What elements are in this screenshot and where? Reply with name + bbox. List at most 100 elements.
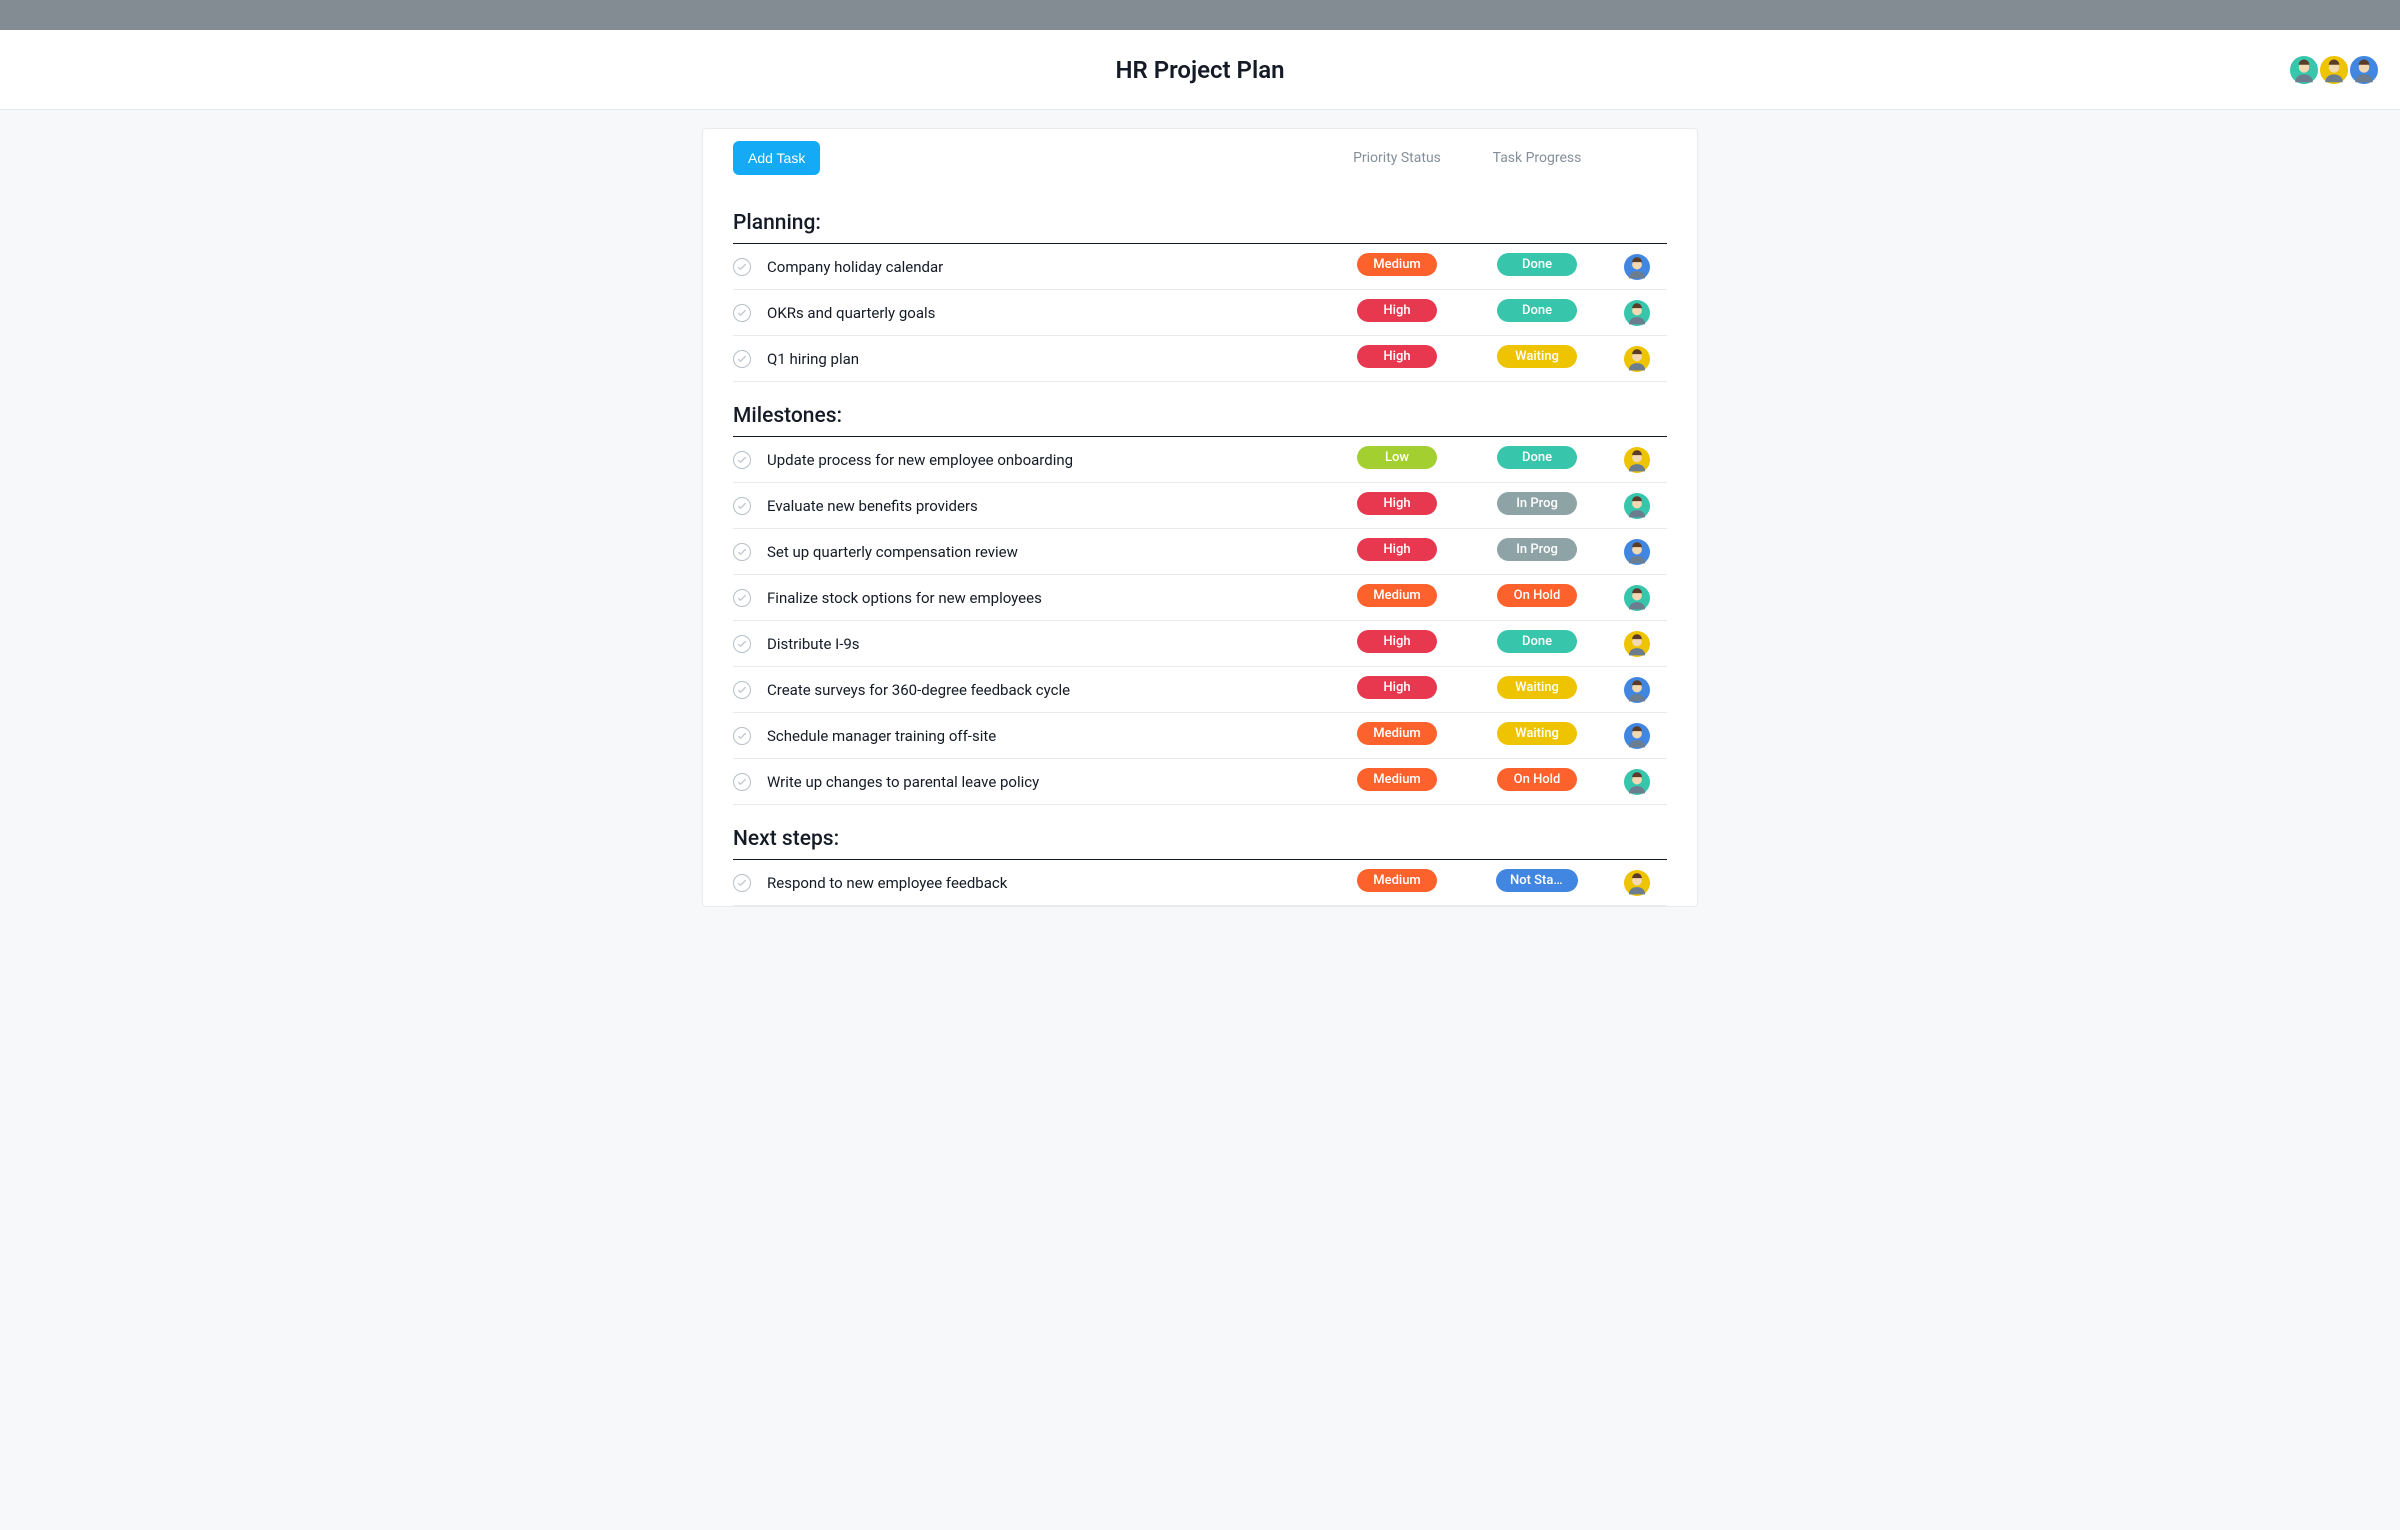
task-row[interactable]: Respond to new employee feedback Medium No… [733,860,1667,906]
assignee-cell[interactable] [1607,631,1667,657]
task-name[interactable]: Evaluate new benefits providers [767,497,1327,515]
complete-check-icon[interactable] [733,451,751,469]
priority-cell[interactable]: High [1327,299,1467,326]
task-name[interactable]: Write up changes to parental leave polic… [767,773,1327,791]
progress-pill[interactable]: Done [1497,630,1577,653]
priority-pill[interactable]: High [1357,299,1437,322]
assignee-cell[interactable] [1607,346,1667,372]
progress-pill[interactable]: In Prog [1497,492,1577,515]
task-row[interactable]: Company holiday calendar Medium Done [733,244,1667,290]
priority-cell[interactable]: High [1327,345,1467,372]
member-avatar[interactable] [2288,54,2320,86]
assignee-cell[interactable] [1607,723,1667,749]
complete-check-icon[interactable] [733,497,751,515]
task-name[interactable]: Company holiday calendar [767,258,1327,276]
progress-cell[interactable]: On Hold [1467,584,1607,611]
assignee-avatar[interactable] [1624,447,1650,473]
progress-pill[interactable]: Done [1497,299,1577,322]
task-name[interactable]: Respond to new employee feedback [767,874,1327,892]
priority-cell[interactable]: Medium [1327,768,1467,795]
assignee-avatar[interactable] [1624,769,1650,795]
task-row[interactable]: Write up changes to parental leave polic… [733,759,1667,805]
priority-pill[interactable]: Medium [1357,722,1437,745]
progress-pill[interactable]: On Hold [1497,768,1577,791]
assignee-avatar[interactable] [1624,585,1650,611]
col-header-progress[interactable]: Task Progress [1467,150,1607,166]
progress-cell[interactable]: Done [1467,630,1607,657]
priority-cell[interactable]: Low [1327,446,1467,473]
task-name[interactable]: Distribute I-9s [767,635,1327,653]
task-name[interactable]: Schedule manager training off-site [767,727,1327,745]
priority-cell[interactable]: Medium [1327,722,1467,749]
task-row[interactable]: Schedule manager training off-site Medium… [733,713,1667,759]
assignee-cell[interactable] [1607,585,1667,611]
progress-cell[interactable]: In Prog [1467,538,1607,565]
project-members[interactable] [2294,54,2380,86]
assignee-avatar[interactable] [1624,677,1650,703]
task-name[interactable]: Finalize stock options for new employees [767,589,1327,607]
assignee-avatar[interactable] [1624,300,1650,326]
member-avatar[interactable] [2318,54,2350,86]
col-header-priority[interactable]: Priority Status [1327,150,1467,166]
task-name[interactable]: OKRs and quarterly goals [767,304,1327,322]
assignee-avatar[interactable] [1624,539,1650,565]
task-row[interactable]: Finalize stock options for new employees… [733,575,1667,621]
assignee-avatar[interactable] [1624,346,1650,372]
priority-cell[interactable]: Medium [1327,584,1467,611]
task-row[interactable]: Q1 hiring plan High Waiting [733,336,1667,382]
task-row[interactable]: Evaluate new benefits providers High In Pr… [733,483,1667,529]
section-title[interactable]: Milestones: [733,382,1667,437]
task-name[interactable]: Q1 hiring plan [767,350,1327,368]
complete-check-icon[interactable] [733,543,751,561]
progress-pill[interactable]: Waiting [1497,345,1577,368]
priority-pill[interactable]: High [1357,630,1437,653]
priority-pill[interactable]: High [1357,538,1437,561]
complete-check-icon[interactable] [733,874,751,892]
assignee-avatar[interactable] [1624,870,1650,896]
progress-cell[interactable]: Done [1467,446,1607,473]
priority-cell[interactable]: High [1327,676,1467,703]
task-row[interactable]: Distribute I-9s High Done [733,621,1667,667]
priority-cell[interactable]: High [1327,492,1467,519]
assignee-cell[interactable] [1607,493,1667,519]
task-name[interactable]: Update process for new employee onboardi… [767,451,1327,469]
complete-check-icon[interactable] [733,681,751,699]
task-name[interactable]: Set up quarterly compensation review [767,543,1327,561]
complete-check-icon[interactable] [733,258,751,276]
progress-pill[interactable]: Done [1497,253,1577,276]
progress-cell[interactable]: Waiting [1467,722,1607,749]
progress-pill[interactable]: On Hold [1497,584,1577,607]
task-row[interactable]: Update process for new employee onboardi… [733,437,1667,483]
priority-pill[interactable]: High [1357,676,1437,699]
task-row[interactable]: Set up quarterly compensation review High… [733,529,1667,575]
assignee-cell[interactable] [1607,769,1667,795]
progress-cell[interactable]: Done [1467,253,1607,280]
priority-pill[interactable]: High [1357,492,1437,515]
complete-check-icon[interactable] [733,304,751,322]
priority-cell[interactable]: High [1327,538,1467,565]
task-name[interactable]: Create surveys for 360-degree feedback c… [767,681,1327,699]
progress-pill[interactable]: Waiting [1497,676,1577,699]
task-row[interactable]: OKRs and quarterly goals High Done [733,290,1667,336]
member-avatar[interactable] [2348,54,2380,86]
priority-cell[interactable]: Medium [1327,253,1467,280]
complete-check-icon[interactable] [733,350,751,368]
assignee-avatar[interactable] [1624,493,1650,519]
assignee-cell[interactable] [1607,300,1667,326]
progress-pill[interactable]: Not Star... [1496,869,1578,892]
complete-check-icon[interactable] [733,635,751,653]
priority-pill[interactable]: Medium [1357,768,1437,791]
priority-pill[interactable]: High [1357,345,1437,368]
progress-cell[interactable]: Waiting [1467,676,1607,703]
assignee-cell[interactable] [1607,254,1667,280]
priority-cell[interactable]: High [1327,630,1467,657]
priority-cell[interactable]: Medium [1327,869,1467,896]
priority-pill[interactable]: Medium [1357,253,1437,276]
section-title[interactable]: Planning: [733,189,1667,244]
progress-cell[interactable]: Not Star... [1467,869,1607,896]
priority-pill[interactable]: Medium [1357,869,1437,892]
assignee-avatar[interactable] [1624,723,1650,749]
assignee-avatar[interactable] [1624,254,1650,280]
progress-cell[interactable]: Waiting [1467,345,1607,372]
add-task-button[interactable]: Add Task [733,141,820,175]
